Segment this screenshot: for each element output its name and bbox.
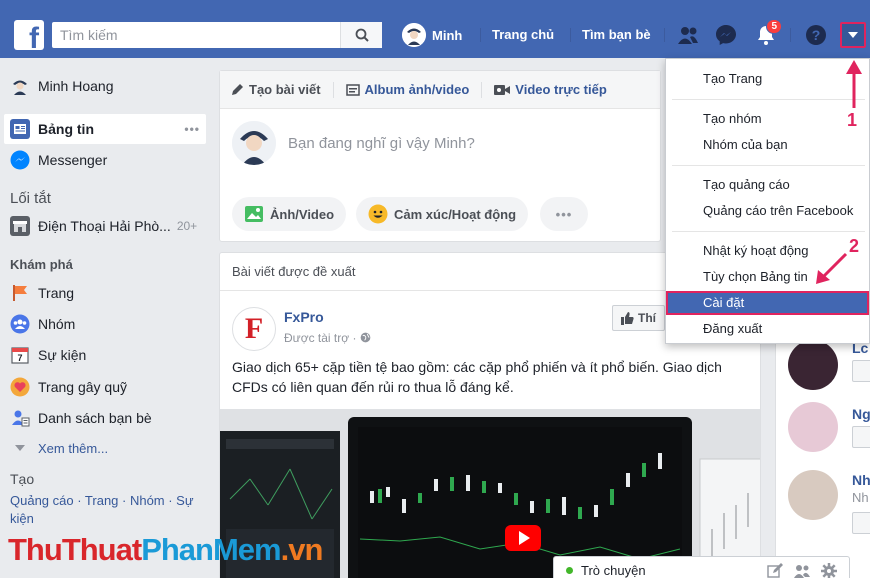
watermark: ThuThuatPhanMem.vn [8, 532, 324, 568]
annotation-step-1: 1 [847, 110, 858, 130]
arrow-up-icon [846, 60, 862, 108]
annotation-step-2: 2 [849, 236, 860, 256]
watermark-part: PhanMem [141, 532, 281, 567]
watermark-part: .vn [280, 532, 324, 567]
watermark-part: Thuat [61, 532, 142, 567]
arrow-down-left-icon [816, 252, 848, 284]
annotation-overlay [816, 60, 862, 284]
watermark-part: Thu [8, 532, 63, 567]
